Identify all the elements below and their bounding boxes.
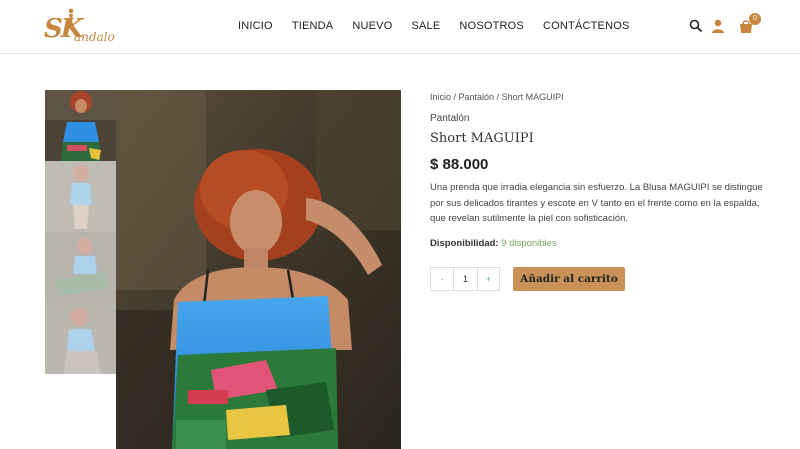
cart-count-badge: 0 (749, 13, 761, 25)
product-thumbnail[interactable] (45, 232, 116, 303)
nav-item-tienda[interactable]: TIENDA (292, 20, 334, 32)
availability: Disponibilidad: 9 disponibles (430, 238, 557, 249)
product-description: Una prenda que irradia elegancia sin esf… (430, 182, 763, 224)
product-photo-thumbnail (45, 303, 116, 374)
breadcrumb-item-current: Short MAGUIPI (501, 92, 564, 102)
main-nav: INICIO TIENDA NUEVO SALE NOSOTROS CONTÁC… (238, 20, 649, 32)
availability-label: Disponibilidad: (430, 238, 499, 249)
product-thumbnail[interactable] (45, 161, 116, 232)
product-photo (116, 90, 401, 449)
product-title: Short MAGUIPI (430, 131, 534, 146)
product-price: $ 88.000 (430, 156, 489, 173)
product-photo-thumbnail (45, 232, 116, 303)
add-to-cart-button[interactable]: Añadir al carrito (513, 267, 625, 291)
availability-value: 9 disponibles (501, 238, 557, 249)
quantity-input[interactable]: 1 (454, 268, 477, 290)
breadcrumb: Inicio / Pantalón / Short MAGUIPI (430, 92, 760, 106)
quantity-decrease-button[interactable]: - (431, 268, 454, 290)
breadcrumb-item-pantalon[interactable]: Pantalón (459, 92, 495, 102)
logo-wordmark: andalo (74, 30, 115, 44)
product-thumbnail[interactable] (45, 90, 116, 161)
search-icon[interactable] (688, 18, 704, 34)
nav-item-sale[interactable]: SALE (411, 20, 440, 32)
site-logo[interactable]: SK andalo (44, 8, 118, 46)
logo-figure-icon (68, 8, 74, 29)
product-thumbnail[interactable] (45, 303, 116, 374)
product-thumbnails (45, 90, 116, 374)
nav-item-nosotros[interactable]: NOSOTROS (459, 20, 524, 32)
nav-item-contactenos[interactable]: CONTÁCTENOS (543, 20, 630, 32)
quantity-stepper: - 1 + (430, 267, 500, 291)
nav-item-nuevo[interactable]: NUEVO (352, 20, 392, 32)
product-main-image[interactable] (116, 90, 401, 449)
product-summary: Inicio / Pantalón / Short MAGUIPI Pantal… (430, 92, 763, 291)
breadcrumb-separator: / (494, 92, 502, 102)
nav-item-inicio[interactable]: INICIO (238, 20, 273, 32)
quantity-increase-button[interactable]: + (477, 268, 499, 290)
product-photo-thumbnail (45, 161, 116, 232)
breadcrumb-separator: / (451, 92, 459, 102)
site-header: SK andalo INICIO TIENDA NUEVO SALE NOSOT… (0, 0, 800, 54)
breadcrumb-item-inicio[interactable]: Inicio (430, 92, 451, 102)
product-category[interactable]: Pantalón (430, 113, 469, 124)
product-photo-thumbnail (45, 90, 116, 161)
user-icon[interactable] (710, 18, 726, 34)
